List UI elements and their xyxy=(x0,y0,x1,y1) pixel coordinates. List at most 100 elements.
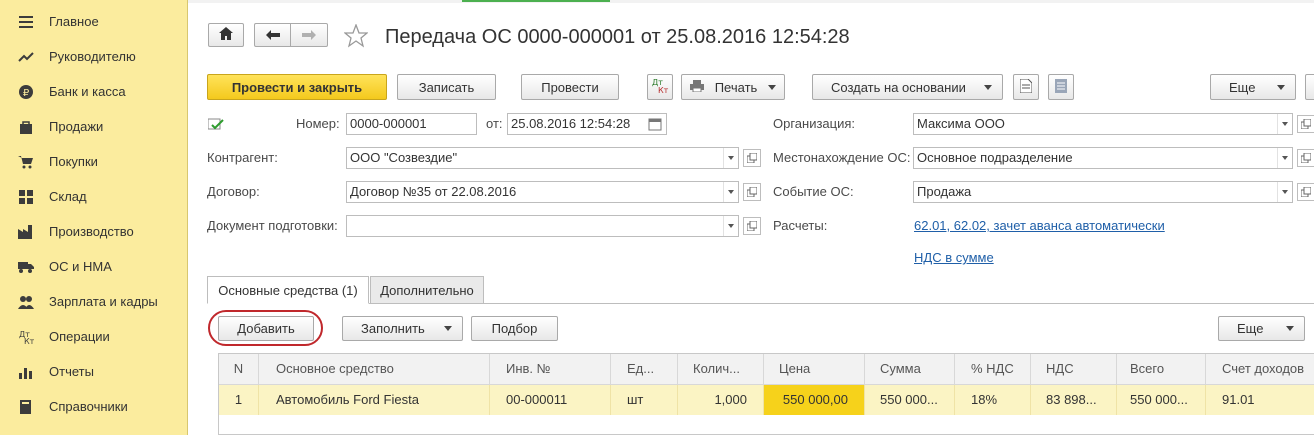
contract-dropdown[interactable] xyxy=(723,182,738,202)
prep-doc-input[interactable] xyxy=(346,215,739,237)
organization-dropdown[interactable] xyxy=(1277,114,1292,134)
number-input[interactable]: 0000-000001 xyxy=(346,113,477,135)
svg-text:₽: ₽ xyxy=(23,88,30,99)
contractor-input[interactable]: ООО "Созвездие" xyxy=(346,147,739,169)
cell-vat[interactable]: 83 898... xyxy=(1031,385,1117,415)
column-header[interactable]: % НДС xyxy=(955,354,1031,384)
table-more-button[interactable]: Еще xyxy=(1218,316,1305,341)
chevron-down-icon xyxy=(1282,122,1288,126)
sidebar-item-fixed-assets[interactable]: ОС и НМА xyxy=(0,249,187,284)
event-label: Событие ОС: xyxy=(773,184,854,199)
column-header[interactable]: Основное средство xyxy=(259,354,490,384)
sidebar-item-label: Покупки xyxy=(49,154,98,169)
contractor-dropdown[interactable] xyxy=(723,148,738,168)
cell-total[interactable]: 550 000... xyxy=(1117,385,1206,415)
column-header[interactable]: Цена xyxy=(764,354,865,384)
help-button[interactable] xyxy=(1305,74,1314,100)
location-input[interactable]: Основное подразделение xyxy=(913,147,1293,169)
contractor-open-button[interactable] xyxy=(743,149,761,167)
organization-open-button[interactable] xyxy=(1297,115,1314,133)
forward-button[interactable] xyxy=(290,23,328,47)
settlements-label: Расчеты: xyxy=(773,218,828,233)
contract-input[interactable]: Договор №35 от 22.08.2016 xyxy=(346,181,739,203)
column-header[interactable]: Инв. № xyxy=(490,354,611,384)
create-based-on-button[interactable]: Создать на основании xyxy=(812,74,1003,100)
settlements-link[interactable]: 62.01, 62.02, зачет аванса автоматически xyxy=(914,217,1165,235)
sidebar-item-references[interactable]: Справочники xyxy=(0,389,187,424)
event-input[interactable]: Продажа xyxy=(913,181,1293,203)
date-input[interactable]: 25.08.2016 12:54:28 xyxy=(507,113,667,135)
dt-kt-button[interactable]: Дт Кт xyxy=(647,74,673,100)
chevron-down-icon xyxy=(984,84,992,90)
journal-button[interactable] xyxy=(1048,74,1074,100)
save-button[interactable]: Записать xyxy=(397,74,496,100)
sidebar-item-operations[interactable]: Дт Кт Операции xyxy=(0,319,187,354)
cell-vat-rate[interactable]: 18% xyxy=(955,385,1031,415)
cell-sum[interactable]: 550 000... xyxy=(865,385,955,415)
factory-icon xyxy=(17,223,35,241)
sidebar-item-manager[interactable]: Руководителю xyxy=(0,39,187,74)
column-header[interactable]: Счет доходов xyxy=(1206,354,1314,384)
contract-open-button[interactable] xyxy=(743,183,761,201)
sidebar-item-production[interactable]: Производство xyxy=(0,214,187,249)
trend-icon xyxy=(17,48,35,66)
add-button[interactable]: Добавить xyxy=(218,316,314,341)
table-more-label: Еще xyxy=(1237,321,1264,336)
sidebar-item-label: Справочники xyxy=(49,399,128,414)
arrow-left-icon xyxy=(265,28,280,43)
chevron-down-icon xyxy=(1282,190,1288,194)
printer-icon xyxy=(690,79,704,95)
location-dropdown[interactable] xyxy=(1277,148,1292,168)
sidebar-item-sales[interactable]: Продажи xyxy=(0,109,187,144)
cell-quantity[interactable]: 1,000 xyxy=(678,385,764,415)
home-button[interactable] xyxy=(208,23,244,47)
location-open-button[interactable] xyxy=(1297,149,1314,167)
prep-doc-dropdown[interactable] xyxy=(723,216,738,236)
back-button[interactable] xyxy=(254,23,290,47)
post-button[interactable]: Провести xyxy=(521,74,619,100)
chevron-down-icon xyxy=(768,84,776,90)
page-title: Передача ОС 0000-000001 от 25.08.2016 12… xyxy=(385,26,850,48)
column-header[interactable]: Всего xyxy=(1117,354,1206,384)
cell-unit[interactable]: шт xyxy=(611,385,678,415)
cell-income-account[interactable]: 91.01 xyxy=(1206,385,1314,415)
more-button[interactable]: Еще xyxy=(1210,74,1296,100)
column-header[interactable]: Колич... xyxy=(678,354,764,384)
print-button[interactable]: Печать xyxy=(681,74,785,100)
post-and-close-button[interactable]: Провести и закрыть xyxy=(207,74,387,100)
column-header[interactable]: N xyxy=(219,354,259,384)
column-header[interactable]: НДС xyxy=(1031,354,1117,384)
event-dropdown[interactable] xyxy=(1277,182,1292,202)
document-structure-button[interactable] xyxy=(1013,74,1039,100)
sidebar-item-warehouse[interactable]: Склад xyxy=(0,179,187,214)
column-header[interactable]: Сумма xyxy=(865,354,955,384)
bag-icon xyxy=(17,118,35,136)
fill-button[interactable]: Заполнить xyxy=(342,316,463,341)
bar-chart-icon xyxy=(17,363,35,381)
create-based-on-label: Создать на основании xyxy=(831,79,966,95)
sidebar-item-bank[interactable]: ₽ Банк и касса xyxy=(0,74,187,109)
cell-asset[interactable]: Автомобиль Ford Fiesta xyxy=(259,385,490,415)
tab-additional[interactable]: Дополнительно xyxy=(370,276,484,304)
sidebar-item-main[interactable]: Главное xyxy=(0,4,187,39)
cell-inventory-number[interactable]: 00-000011 xyxy=(490,385,611,415)
sidebar-item-label: Продажи xyxy=(49,119,104,134)
cell-n[interactable]: 1 xyxy=(219,385,259,415)
calendar-icon[interactable] xyxy=(648,117,662,131)
favorite-star-icon[interactable] xyxy=(343,23,369,48)
organization-input[interactable]: Максима ООО xyxy=(913,113,1293,135)
document-icon xyxy=(1019,78,1033,96)
select-button[interactable]: Подбор xyxy=(471,316,558,341)
svg-text:Кт: Кт xyxy=(24,337,34,345)
tab-fixed-assets[interactable]: Основные средства (1) xyxy=(207,276,369,304)
cell-price[interactable]: 550 000,00 xyxy=(764,385,865,415)
sidebar-item-label: Зарплата и кадры xyxy=(49,294,158,309)
event-open-button[interactable] xyxy=(1297,183,1314,201)
sidebar: Главное Руководителю ₽ Банк и касса Прод… xyxy=(0,0,188,435)
sidebar-item-reports[interactable]: Отчеты xyxy=(0,354,187,389)
sidebar-item-payroll[interactable]: Зарплата и кадры xyxy=(0,284,187,319)
sidebar-item-purchases[interactable]: Покупки xyxy=(0,144,187,179)
column-header[interactable]: Ед... xyxy=(611,354,678,384)
vat-link[interactable]: НДС в сумме xyxy=(914,249,994,267)
prep-doc-open-button[interactable] xyxy=(743,217,761,235)
